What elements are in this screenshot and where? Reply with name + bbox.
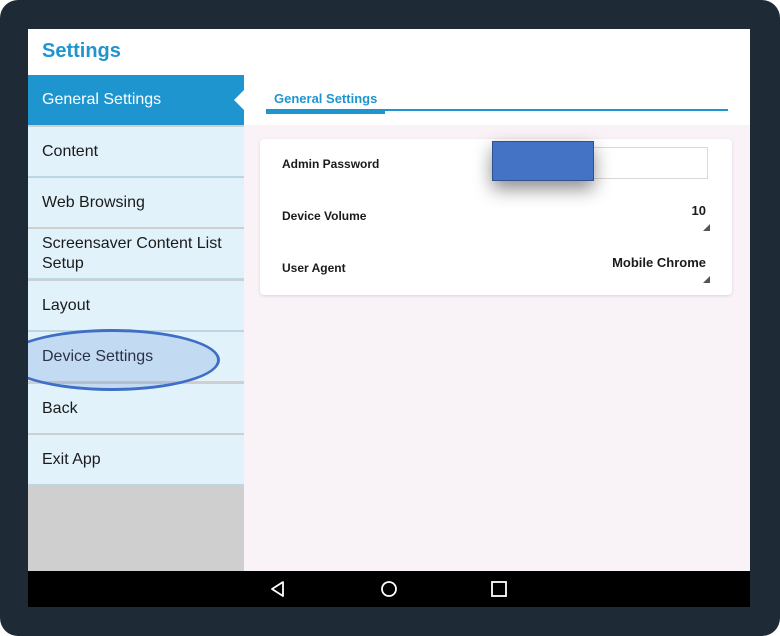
user-agent-value: Mobile Chrome [612,255,706,270]
home-circle-icon[interactable] [379,579,399,599]
device-volume-value: 10 [691,203,706,218]
tab-strip: General Settings [244,75,750,125]
tablet-frame: Settings General Settings Content Web Br… [0,0,780,636]
page-title: Settings [42,40,121,62]
screen: Settings General Settings Content Web Br… [28,29,750,607]
sidebar-item-exit-app[interactable]: Exit App [28,435,244,485]
device-volume-label: Device Volume [282,209,367,223]
sidebar-item-screensaver-content-list-setup[interactable]: Screensaver Content List Setup [28,229,244,279]
back-triangle-icon[interactable] [268,579,288,599]
sidebar-item-label: General Settings [42,91,162,108]
settings-card: Admin Password Device Volume 10 User Age… [260,139,732,295]
sidebar-item-layout[interactable]: Layout [28,281,244,331]
sidebar-item-label: Exit App [42,450,101,468]
sidebar-item-label: Device Settings [42,347,154,365]
android-navigation-bar [28,571,750,607]
setting-row-device-volume[interactable]: Device Volume 10 [260,191,732,243]
sidebar-item-label: Web Browsing [42,193,145,211]
sidebar-item-back[interactable]: Back [28,384,244,434]
sidebar-item-device-settings[interactable]: Device Settings [28,332,244,382]
sidebar-item-web-browsing[interactable]: Web Browsing [28,178,244,228]
setting-row-admin-password: Admin Password [260,139,732,191]
redaction-box [492,141,594,181]
admin-password-label: Admin Password [282,157,380,171]
setting-row-user-agent[interactable]: User Agent Mobile Chrome [260,243,732,295]
sidebar-item-label: Layout [42,296,91,314]
dropdown-caret-icon [703,276,710,283]
sidebar-item-label: Back [42,399,78,417]
sidebar-item-label: Content [42,142,99,160]
sidebar: General Settings Content Web Browsing Sc… [28,75,244,571]
sidebar-item-content[interactable]: Content [28,127,244,177]
tab-underline [266,109,728,111]
user-agent-label: User Agent [282,261,346,275]
sidebar-item-label: Screensaver Content List Setup [42,234,222,272]
sidebar-item-general-settings[interactable]: General Settings [28,75,244,125]
main-content: General Settings Admin Password Device V… [244,29,750,571]
dropdown-caret-icon [703,224,710,231]
recents-square-icon[interactable] [489,579,509,599]
